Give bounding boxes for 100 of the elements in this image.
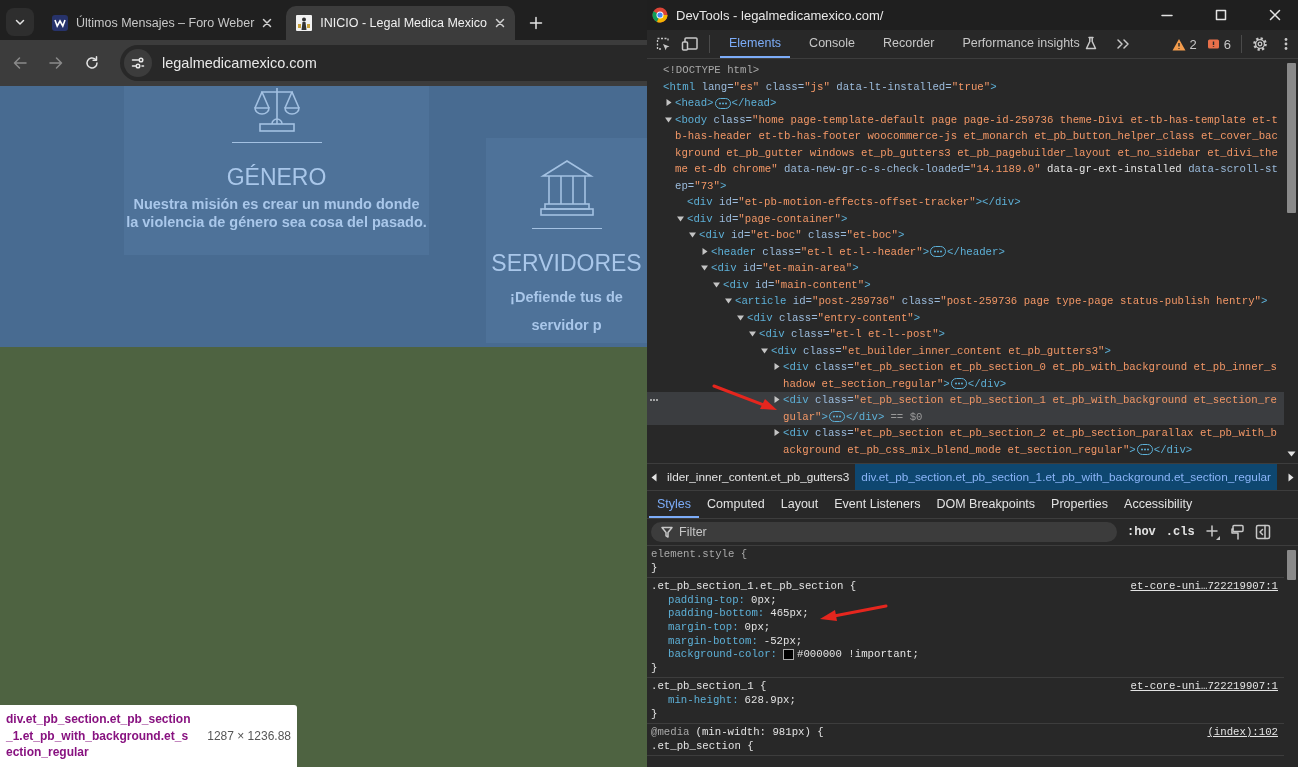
ellipsis-button[interactable] [930,246,947,258]
dom-node[interactable]: <article id="post-259736" class="post-259736 page type-page status-publish hentry"> [647,293,1284,310]
more-icon[interactable] [1284,37,1288,51]
annotation-arrow [712,384,777,410]
toggle-button[interactable]: .cls [1165,525,1195,539]
css-property-value: 0px; [744,620,771,635]
warning-count[interactable]: 2 [1189,36,1197,52]
card-title: GÉNERO [226,163,327,191]
dom-node[interactable]: <div class="et-l et-l--post"> [647,326,1284,343]
breadcrumb[interactable]: div.et_pb_section.et_pb_section_1.et_pb_with_background.et_section_regular [855,464,1278,490]
closing-brace: } [651,707,658,722]
dom-node[interactable]: <div class="et_pb_section et_pb_section_1 et_pb_with_background et_section_regular"> </div> == $0 [647,392,1284,425]
dom-node[interactable]: <div class="et_builder_inner_content et_pb_gutters3"> [647,342,1284,359]
css-selector: .et_pb_section_1 { [651,680,767,694]
sidebar-icon[interactable] [1254,524,1271,540]
ellipsis-button[interactable] [828,411,845,423]
closing-brace: } [651,561,658,576]
card-text: Nuestra misión es crear un mundo donde la violencia de género sea cosa del pasado. [126,195,427,231]
css-property-name: margin-bottom: [668,634,758,649]
sliders-icon [131,56,145,70]
css-selector: element.style { [651,548,748,562]
paint-icon[interactable] [1230,524,1245,540]
css-property-value: 465px; [770,607,809,621]
css-property-name: padding-bottom: [668,607,765,621]
dom-node[interactable]: <!DOCTYPE html> [647,62,1284,79]
breadcrumb[interactable]: ilder_inner_content.et_pb_gutters3 [661,464,856,490]
dom-node[interactable]: <div class="entry-content"> [647,309,1284,326]
source-link[interactable]: et-core-uni…722219907:1 [1130,680,1278,694]
browser-tab[interactable]: Últimos Mensajes – Foro Weber [42,6,283,40]
ellipsis-button[interactable] [1136,444,1153,456]
ellipsis-button[interactable] [950,378,967,390]
tooltip-selector: div.et_pb_section.et_pb_section_1.et_pb_with_background.et_section_regular [6,711,192,761]
warning-icon [1171,37,1186,51]
dom-node[interactable]: <html lang="es" class="js" data-lt-installed="true"> [647,78,1284,95]
source-link[interactable]: (index):102 [1207,726,1278,740]
closing-brace: } [651,661,658,676]
dom-node[interactable]: <div id="page-container"> [647,210,1284,227]
close-icon[interactable] [1269,9,1281,21]
panel-tab[interactable]: Elements [720,30,791,58]
dom-node[interactable]: <div id="et-boc" class="et-boc"> [647,227,1284,244]
back-icon[interactable] [12,55,28,71]
device-icon[interactable] [681,36,699,52]
dom-node[interactable]: <div id="et-main-area"> [647,260,1284,277]
panel-tab[interactable]: Console [800,30,864,58]
dom-node[interactable]: <header class="et-l et-l--header"> </header> [647,243,1284,260]
dom-node[interactable]: <body class="home page-template-default page page-id-259736 theme-Divi et-tb-has-template et-tb-has-header et-tb-has-footer woocommerce-js et_monarch et_pb_button_helper_class et_cover_background et_pb_gutter windows et_pb_gutters3 et_pb_pagebuilder_layout et_no_sidebar et_divi_theme et-db chrome" data-new-gr-c-s-check-loaded="14.1189.0" data-gr-ext-installed data-scroll-step="73"> [647,111,1284,194]
dom-node[interactable]: <div class="et_pb_section et_pb_section_2 et_pb_section_parallax et_pb_with_background et_pb_css_mix_blend_mode et_section_regular"> </div> [647,425,1284,458]
close-icon[interactable] [262,18,273,28]
node-menu-icon[interactable] [649,398,659,402]
settings-icon[interactable] [1252,36,1268,52]
inspect-icon[interactable] [655,36,671,52]
sidebar-tab[interactable]: Event Listeners [826,491,929,518]
sidebar-tab[interactable]: Layout [772,491,827,518]
sidebar-tab[interactable]: Accessibility [1116,491,1201,518]
scroll-right-icon[interactable] [1288,472,1294,482]
color-swatch[interactable] [783,649,795,661]
scroll-down-icon[interactable] [1286,451,1296,457]
ellipsis-button[interactable] [714,97,731,109]
scroll-left-icon[interactable] [651,472,657,482]
scrollbar-thumb[interactable] [1286,63,1296,213]
css-selector: .et_pb_section { [651,739,754,754]
css-property-name: margin-top: [668,620,739,635]
sidebar-tab[interactable]: Computed [699,491,773,518]
more-tabs-icon[interactable] [1115,38,1130,50]
card-title: SERVIDORES [491,249,642,277]
close-icon[interactable] [495,18,506,28]
toggle-button[interactable]: :hov [1127,525,1156,539]
card-text: ¡Defiende tus de servidor p [510,288,623,335]
sidebar-tab[interactable]: DOM Breakpoints [928,491,1044,518]
css-property-name: background-color: [668,648,778,662]
new-rule-icon[interactable] [1204,524,1221,540]
reload-icon[interactable] [84,55,100,71]
maximize-icon[interactable] [1215,9,1227,21]
filter-field[interactable]: Filter [651,522,1117,542]
browser-logo-icon [652,7,668,23]
filter-icon [661,526,673,538]
panel-tab[interactable]: Recorder [874,30,944,58]
panel-tab[interactable]: Performance insights [953,30,1106,58]
site-settings-button[interactable] [124,49,152,77]
dom-node[interactable]: <div class="et_pb_section et_pb_section_0 et_pb_with_background et_pb_inner_shadow et_section_regular"> </div> [647,359,1284,392]
address-bar[interactable]: legalmedicamexico.com [120,45,647,81]
dom-node[interactable]: <div id="et-pb-motion-effects-offset-tracker"></div> [647,194,1284,211]
source-link[interactable]: et-core-uni…722219907:1 [1130,580,1278,594]
favicon-icon [296,15,313,31]
annotation-arrow [820,604,888,621]
sidebar-tab[interactable]: Properties [1043,491,1117,518]
error-count[interactable]: 6 [1223,36,1231,52]
dom-node[interactable]: <head> </head> [647,95,1284,112]
new-tab-icon[interactable] [529,16,544,30]
css-property-value: 0px; [750,593,777,608]
favicon-icon [52,15,68,31]
forward-icon[interactable] [48,55,64,71]
css-property-name: padding-top: [668,593,745,608]
css-property-value: 628.9px; [744,693,796,708]
sidebar-tab[interactable]: Styles [649,491,700,518]
scrollbar-thumb[interactable] [1286,550,1296,580]
browser-tab[interactable]: INICIO - Legal Medica Mexico [286,6,516,40]
css-property-value: #000000 !important; [797,648,919,662]
dom-node[interactable]: <div id="main-content"> [647,276,1284,293]
tab-search-button[interactable] [6,8,34,36]
